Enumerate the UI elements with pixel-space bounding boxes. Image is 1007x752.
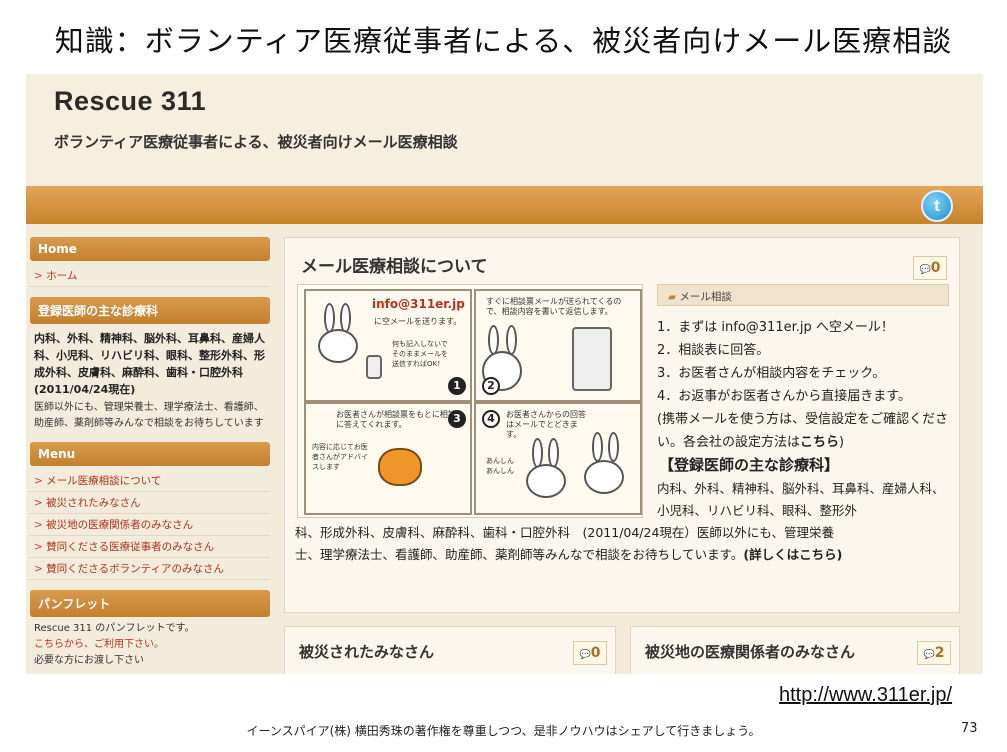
sidebar-pamphlet-link[interactable]: こちらから、ご利用下さい。 xyxy=(30,637,270,653)
medical-staff-panel-title: 被災地の医療関係者のみなさん xyxy=(645,643,856,661)
comic-caption-1b: 何も記入しないでそのままメールを送信すればOK！ xyxy=(392,340,448,368)
medical-staff-comment-badge[interactable]: 💬2 xyxy=(917,641,951,665)
step-number-2: 2 xyxy=(482,377,500,395)
step-1: 1．まずは info@311er.jp へ空メール！ xyxy=(657,320,894,335)
specialties-text: 内科、外科、精神科、脳外科、耳鼻科、産婦人科、小児科、リハビリ科、眼科、整形外 … xyxy=(295,481,945,562)
details-link[interactable]: (詳しくはこちら) xyxy=(743,547,842,562)
comic-caption-4: お医者さんからの回答はメールでとどきます。 xyxy=(506,410,586,439)
comic-panel-2: すぐに相談票メールが送られてくるので、相談内容を書いて返信します。 2 xyxy=(474,289,642,402)
site-title[interactable]: Rescue 311 xyxy=(54,86,955,117)
comic-panel-1: info@311er.jp に空メールを送ります。 何も記入しないでそのままメー… xyxy=(304,289,472,402)
comic-caption-2: すぐに相談票メールが送られてくるので、相談内容を書いて返信します。 xyxy=(486,297,622,316)
sidebar-item-volunteers[interactable]: 賛同くださるボランティアのみなさん xyxy=(30,558,270,580)
medical-staff-panel: 被災地の医療関係者のみなさん 💬2 xyxy=(630,626,960,674)
steps-list: 1．まずは info@311er.jp へ空メール！ 2．相談表に回答。 3．お… xyxy=(657,316,953,454)
sidebar-doctors-note: 医師以外にも、管理栄養士、理学療法士、看護師、助産師、薬剤師等みんなで相談をお待… xyxy=(34,402,264,429)
sidebar-item-home[interactable]: ホーム xyxy=(30,265,270,287)
comic-caption-3: お医者さんが相談票をもとに相談に答えてくれます。 xyxy=(336,410,456,429)
website-screenshot: Rescue 311 ボランティア医療従事者による、被災者向けメール医療相談 t… xyxy=(26,74,983,674)
mobile-note: (携帯メールを使う方は、受信設定をご確認ください。各会社の設定方法はこちら) xyxy=(657,412,949,450)
victims-panel: 被災されたみなさん 💬0 xyxy=(284,626,616,674)
site-url[interactable]: http://www.311er.jp/ xyxy=(779,684,952,707)
site-subtitle: ボランティア医療従事者による、被災者向けメール医療相談 xyxy=(54,133,458,151)
sidebar-item-local-medical[interactable]: 被災地の医療関係者のみなさん xyxy=(30,514,270,536)
step-number-3: 3 xyxy=(448,410,466,428)
comic-email: info@311er.jp xyxy=(372,297,465,311)
settings-link[interactable]: こちら xyxy=(800,435,839,450)
step-number-4: 4 xyxy=(482,410,500,428)
sidebar-item-medical-supporters[interactable]: 賛同くださる医療従事者のみなさん xyxy=(30,536,270,558)
slide-footer: イーンスパイア(株) 横田秀珠の著作権を尊重しつつ、是非ノウハウはシェアして行き… xyxy=(246,724,761,738)
sidebar-pamphlet-cut: 必要な方にお渡し下さい xyxy=(34,655,144,666)
sidebar-item-victims[interactable]: 被災されたみなさん xyxy=(30,492,270,514)
step-3: 3．お医者さんが相談内容をチェック。 xyxy=(657,366,886,381)
folder-icon: ▰ xyxy=(668,291,677,303)
sidebar-head-menu: Menu xyxy=(30,442,270,466)
step-2: 2．相談表に回答。 xyxy=(657,343,770,358)
sidebar-doctors-list: 内科、外科、精神科、脳外科、耳鼻科、産婦人科、小児科、リハビリ科、眼科、整形外科… xyxy=(34,332,265,396)
slide-title: 知識：ボランティア医療従事者による、被災者向けメール医療相談 xyxy=(54,24,953,58)
rabbit-illustration xyxy=(318,329,358,363)
specialties-heading: 【登録医師の主な診療科】 xyxy=(659,456,840,474)
victims-panel-title: 被災されたみなさん xyxy=(299,643,435,661)
page-number: 73 xyxy=(961,721,978,736)
mail-consult-label: メール相談 xyxy=(679,291,732,303)
twitter-icon[interactable]: t xyxy=(921,190,953,222)
panel-title: メール医療相談について xyxy=(301,257,488,277)
main-panel: メール医療相談について 💬0 info@311er.jp に空メールを送ります。… xyxy=(284,237,960,613)
step-4: 4．お返事がお医者さんから直接届きます。 xyxy=(657,389,911,404)
sidebar-head-pamphlet: パンフレット xyxy=(30,590,270,617)
sidebar-head-home: Home xyxy=(30,237,270,261)
sidebar-pamphlet-text: Rescue 311 のパンフレットです。 xyxy=(34,623,195,634)
site-header: Rescue 311 ボランティア医療従事者による、被災者向けメール医療相談 xyxy=(26,74,983,186)
comic-caption-3b: 内容に応じてお医者さんがアドバイスします xyxy=(312,443,368,471)
comic-caption-1: に空メールを送ります。 xyxy=(374,317,462,326)
step-number-1: 1 xyxy=(448,377,466,395)
comic-caption-4b: あんしん あんしん xyxy=(486,457,514,475)
sidebar-item-about[interactable]: メール医療相談について xyxy=(30,470,270,492)
comment-count: 0 xyxy=(930,260,941,276)
nav-bar xyxy=(26,186,983,224)
phone-illustration xyxy=(572,327,612,391)
sidebar-head-doctors: 登録医師の主な診療科 xyxy=(30,297,270,324)
mail-consult-category[interactable]: ▰ メール相談 xyxy=(657,284,949,306)
victims-comment-badge[interactable]: 💬0 xyxy=(573,641,607,665)
comment-count-badge[interactable]: 💬0 xyxy=(913,256,947,280)
sidebar: Home ホーム 登録医師の主な診療科 内科、外科、精神科、脳外科、耳鼻科、産婦… xyxy=(30,237,270,669)
